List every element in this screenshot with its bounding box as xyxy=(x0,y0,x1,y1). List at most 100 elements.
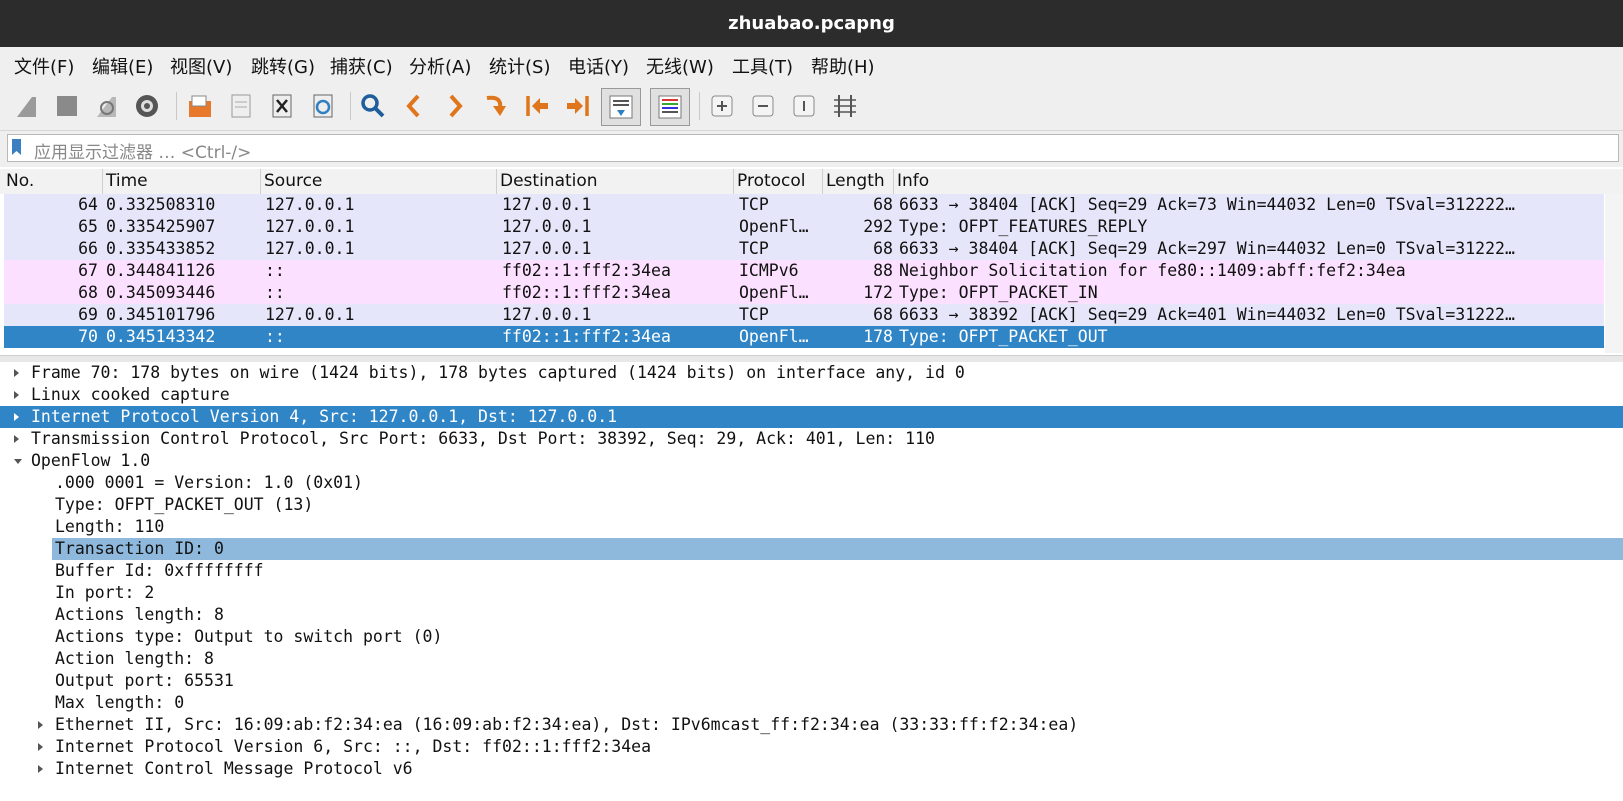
collapse-arrow-icon[interactable] xyxy=(14,459,22,464)
reload-file-icon[interactable] xyxy=(306,88,340,124)
packet-list[interactable]: 64 0.332508310 127.0.0.1 127.0.0.1 TCP 6… xyxy=(0,194,1605,353)
open-file-icon[interactable] xyxy=(183,88,217,124)
colorize-icon[interactable] xyxy=(650,88,690,126)
packet-row[interactable]: 68 0.345093446 :: ff02::1:fff2:34ea Open… xyxy=(4,282,1604,304)
menu-tools[interactable]: 工具(T) xyxy=(732,53,793,79)
column-header-protocol[interactable]: Protocol xyxy=(737,171,806,191)
detail-tree-node[interactable]: Frame 70: 178 bytes on wire (1424 bits),… xyxy=(0,362,1623,384)
packet-source: 127.0.0.1 xyxy=(265,239,355,258)
packet-no: 68 xyxy=(78,283,98,302)
menu-telephony[interactable]: 电话(Y) xyxy=(568,53,629,79)
zoom-out-icon[interactable] xyxy=(746,88,780,124)
detail-field[interactable]: Max length: 0 xyxy=(0,692,1623,714)
capture-options-icon[interactable] xyxy=(130,88,164,124)
column-divider[interactable] xyxy=(822,169,823,194)
column-header-destination[interactable]: Destination xyxy=(500,171,598,191)
last-packet-icon[interactable] xyxy=(561,88,595,124)
column-header-info[interactable]: Info xyxy=(897,171,929,191)
auto-scroll-icon[interactable] xyxy=(601,88,641,126)
column-divider[interactable] xyxy=(733,169,734,194)
stop-capture-icon[interactable] xyxy=(50,88,84,124)
detail-field[interactable]: Actions length: 8 xyxy=(0,604,1623,626)
menu-analyze[interactable]: 分析(A) xyxy=(409,53,471,79)
menu-go[interactable]: 跳转(G) xyxy=(251,53,315,79)
detail-tree-node[interactable]: Linux cooked capture xyxy=(0,384,1623,406)
detail-field[interactable]: Output port: 65531 xyxy=(0,670,1623,692)
detail-text: Output port: 65531 xyxy=(55,671,234,690)
resize-columns-icon[interactable] xyxy=(828,88,862,124)
detail-field[interactable]: In port: 2 xyxy=(0,582,1623,604)
packet-destination: ff02::1:fff2:34ea xyxy=(502,327,671,346)
detail-tree-node[interactable]: Internet Protocol Version 4, Src: 127.0.… xyxy=(0,406,1623,428)
menu-capture[interactable]: 捕获(C) xyxy=(330,53,393,79)
packet-time: 0.332508310 xyxy=(106,195,216,214)
detail-tree-node[interactable]: OpenFlow 1.0 xyxy=(0,450,1623,472)
expand-arrow-icon[interactable] xyxy=(38,765,43,773)
detail-field[interactable]: Action length: 8 xyxy=(0,648,1623,670)
go-to-packet-icon[interactable] xyxy=(479,88,513,124)
detail-field[interactable]: Length: 110 xyxy=(0,516,1623,538)
expand-arrow-icon[interactable] xyxy=(14,391,19,399)
packet-row[interactable]: 70 0.345143342 :: ff02::1:fff2:34ea Open… xyxy=(4,326,1604,348)
packet-list-scrollbar[interactable] xyxy=(1605,194,1623,353)
menu-wireless[interactable]: 无线(W) xyxy=(646,53,714,79)
packet-length: 68 xyxy=(873,305,893,324)
column-divider[interactable] xyxy=(893,169,894,194)
expand-arrow-icon[interactable] xyxy=(38,743,43,751)
menu-help[interactable]: 帮助(H) xyxy=(811,53,875,79)
packet-protocol: TCP xyxy=(739,239,769,258)
detail-text: Linux cooked capture xyxy=(31,385,230,404)
packet-source: 127.0.0.1 xyxy=(265,305,355,324)
close-file-icon[interactable] xyxy=(265,88,299,124)
packet-row[interactable]: 67 0.344841126 :: ff02::1:fff2:34ea ICMP… xyxy=(4,260,1604,282)
packet-row[interactable]: 65 0.335425907 127.0.0.1 127.0.0.1 OpenF… xyxy=(4,216,1604,238)
packet-row[interactable]: 64 0.332508310 127.0.0.1 127.0.0.1 TCP 6… xyxy=(4,194,1604,216)
find-packet-icon[interactable] xyxy=(356,88,390,124)
menu-statistics[interactable]: 统计(S) xyxy=(489,53,550,79)
packet-no: 64 xyxy=(78,195,98,214)
detail-text: Actions length: 8 xyxy=(55,605,224,624)
packet-row[interactable]: 69 0.345101796 127.0.0.1 127.0.0.1 TCP 6… xyxy=(4,304,1604,326)
normal-size-icon[interactable] xyxy=(787,88,821,124)
detail-field[interactable]: Type: OFPT_PACKET_OUT (13) xyxy=(0,494,1623,516)
detail-tree-node[interactable]: Transmission Control Protocol, Src Port:… xyxy=(0,428,1623,450)
expand-arrow-icon[interactable] xyxy=(14,369,19,377)
packet-source: :: xyxy=(265,261,285,280)
start-capture-icon[interactable] xyxy=(10,88,44,124)
zoom-in-icon[interactable] xyxy=(705,88,739,124)
column-header-source[interactable]: Source xyxy=(264,171,322,191)
expand-arrow-icon[interactable] xyxy=(14,413,19,421)
column-divider[interactable] xyxy=(102,169,103,194)
column-header-no[interactable]: No. xyxy=(6,171,34,191)
detail-field[interactable]: Transaction ID: 0 xyxy=(52,538,1623,560)
save-file-icon[interactable] xyxy=(224,88,258,124)
restart-capture-icon[interactable] xyxy=(90,88,124,124)
packet-details-tree[interactable]: Frame 70: 178 bytes on wire (1424 bits),… xyxy=(0,362,1623,801)
go-forward-icon[interactable] xyxy=(438,88,472,124)
detail-text: Buffer Id: 0xffffffff xyxy=(55,561,264,580)
expand-arrow-icon[interactable] xyxy=(38,721,43,729)
detail-tree-node[interactable]: Internet Protocol Version 6, Src: ::, Ds… xyxy=(0,736,1623,758)
first-packet-icon[interactable] xyxy=(520,88,554,124)
detail-tree-node[interactable]: Internet Control Message Protocol v6 xyxy=(0,758,1623,780)
detail-field[interactable]: Actions type: Output to switch port (0) xyxy=(0,626,1623,648)
detail-field[interactable]: Buffer Id: 0xffffffff xyxy=(0,560,1623,582)
packet-destination: 127.0.0.1 xyxy=(502,217,592,236)
go-back-icon[interactable] xyxy=(397,88,431,124)
menu-view[interactable]: 视图(V) xyxy=(170,53,232,79)
packet-row[interactable]: 66 0.335433852 127.0.0.1 127.0.0.1 TCP 6… xyxy=(4,238,1604,260)
column-header-length[interactable]: Length xyxy=(826,171,885,191)
column-header-time[interactable]: Time xyxy=(106,171,148,191)
window-title: zhuabao.pcapng xyxy=(728,13,895,34)
menu-file[interactable]: 文件(F) xyxy=(14,53,74,79)
menu-edit[interactable]: 编辑(E) xyxy=(92,53,153,79)
detail-field[interactable]: .000 0001 = Version: 1.0 (0x01) xyxy=(0,472,1623,494)
detail-tree-node[interactable]: Ethernet II, Src: 16:09:ab:f2:34:ea (16:… xyxy=(0,714,1623,736)
display-filter-input[interactable]: 应用显示过滤器 … <Ctrl-/> xyxy=(7,134,1619,163)
column-divider[interactable] xyxy=(496,169,497,194)
bookmark-icon[interactable] xyxy=(12,139,21,155)
column-divider[interactable] xyxy=(260,169,261,194)
expand-arrow-icon[interactable] xyxy=(14,435,19,443)
packet-info: Type: OFPT_PACKET_OUT xyxy=(899,327,1108,346)
packet-protocol: OpenFl… xyxy=(739,327,809,346)
